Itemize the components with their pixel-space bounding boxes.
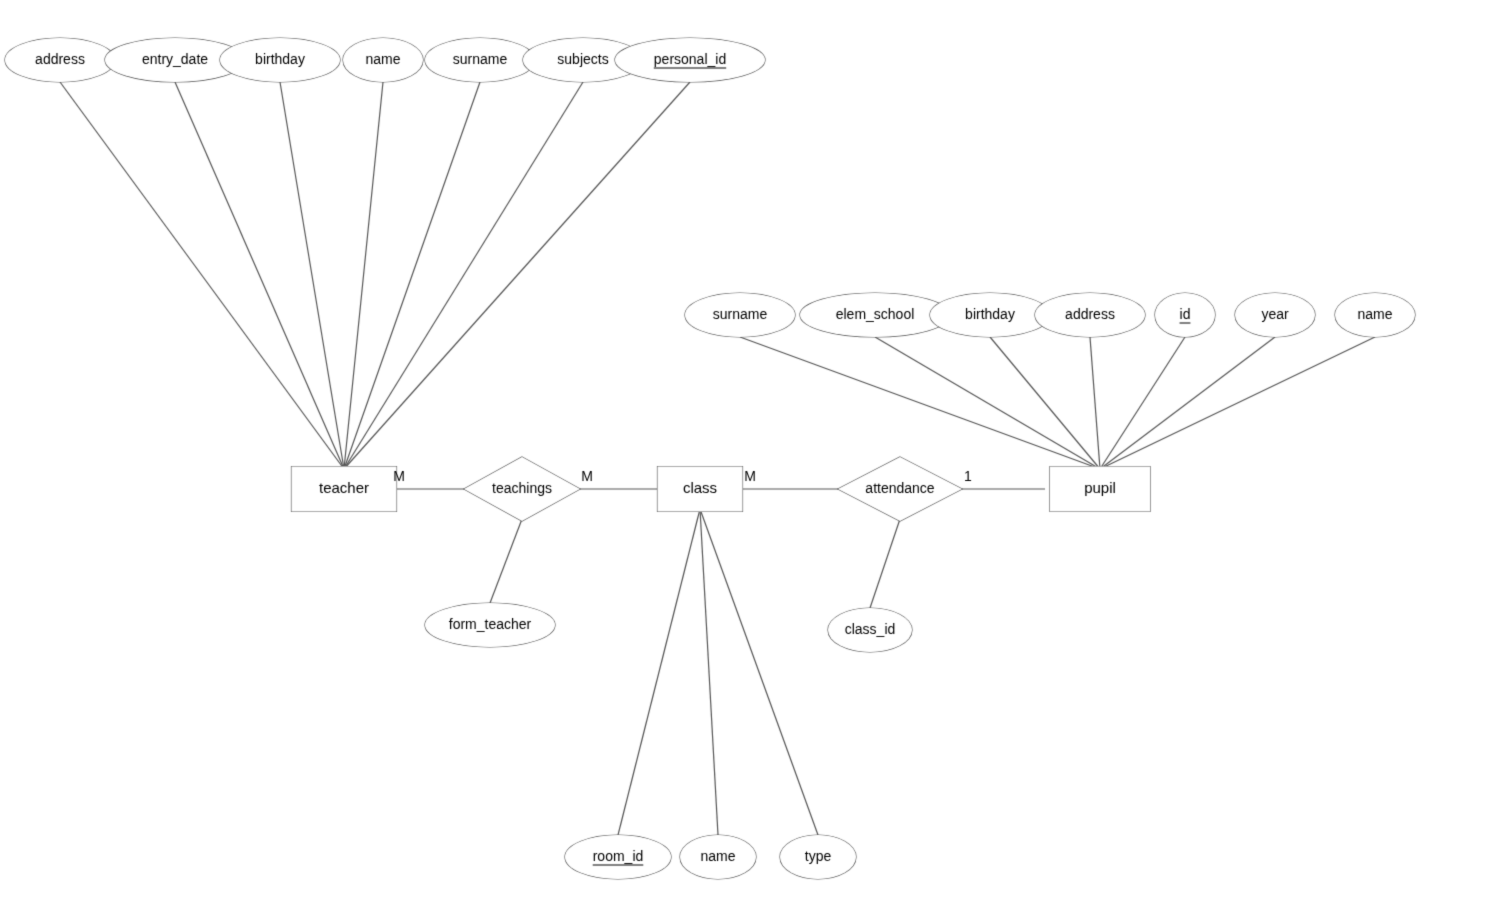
er-diagram [0,0,1500,904]
